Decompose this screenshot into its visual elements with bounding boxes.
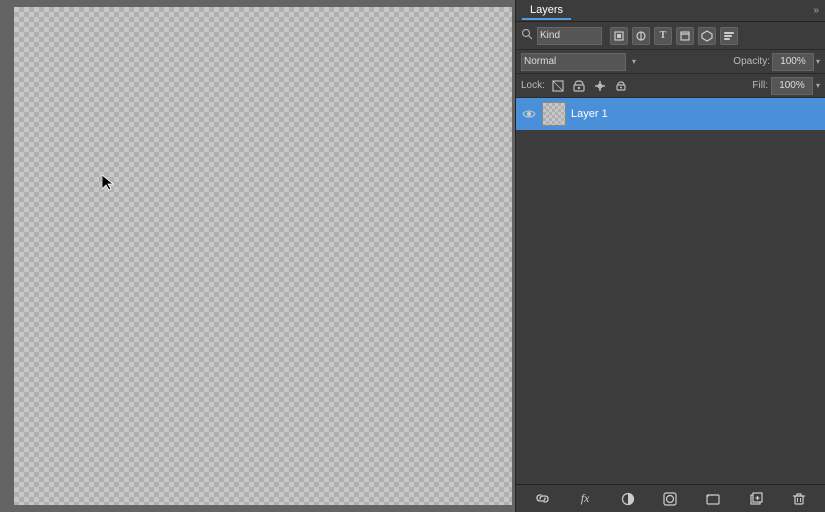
create-new-layer-button[interactable] [745, 488, 767, 510]
fill-input[interactable] [771, 77, 813, 95]
panel-collapse-button[interactable]: » [813, 5, 819, 16]
layer-name: Layer 1 [571, 108, 820, 120]
delete-layer-button[interactable] [788, 488, 810, 510]
panel-tabs: Layers [522, 2, 571, 20]
blend-dropdown-arrow: ▾ [632, 57, 636, 66]
opacity-label: Opacity: [733, 56, 770, 67]
filter-smart-icon[interactable] [698, 27, 716, 45]
lock-transparent-pixels-button[interactable] [550, 78, 566, 94]
panel-titlebar: Layers » [516, 0, 825, 22]
layer-thumbnail [542, 102, 566, 126]
lock-label: Lock: [521, 80, 545, 91]
fx-button[interactable]: fx [574, 488, 596, 510]
new-fill-adjustment-button[interactable] [617, 488, 639, 510]
layers-toolbar: fx [516, 484, 825, 512]
blend-mode-select[interactable]: Normal [521, 53, 626, 71]
filter-icon [521, 28, 533, 43]
layers-panel: Layers » Kind T [515, 0, 825, 512]
add-mask-button[interactable] [659, 488, 681, 510]
lock-row: Lock: Fill: ▾ [516, 74, 825, 98]
filter-text-icon[interactable]: T [654, 27, 672, 45]
blend-row: Normal ▾ Opacity: ▾ [516, 50, 825, 74]
opacity-dropdown-arrow[interactable]: ▾ [816, 57, 820, 66]
fill-dropdown-arrow[interactable]: ▾ [816, 81, 820, 90]
layer-item[interactable]: Layer 1 [516, 98, 825, 130]
filter-icons-group: T [610, 27, 738, 45]
filter-toggle-icon[interactable] [720, 27, 738, 45]
fill-group: Fill: ▾ [752, 77, 820, 95]
filter-adjustment-icon[interactable] [632, 27, 650, 45]
create-group-button[interactable] [702, 488, 724, 510]
lock-position-button[interactable] [592, 78, 608, 94]
layers-list: Layer 1 [516, 98, 825, 484]
filter-shape-icon[interactable] [676, 27, 694, 45]
lock-all-button[interactable] [613, 78, 629, 94]
lock-image-pixels-button[interactable] [571, 78, 587, 94]
canvas-checkerboard [14, 7, 512, 505]
filter-pixel-icon[interactable] [610, 27, 628, 45]
link-layers-button[interactable] [531, 488, 553, 510]
opacity-input[interactable] [772, 53, 814, 71]
canvas-area [0, 0, 515, 512]
opacity-group: Opacity: ▾ [733, 53, 820, 71]
canvas-wrapper [14, 7, 512, 505]
filter-row: Kind T [516, 22, 825, 50]
fill-label: Fill: [752, 80, 768, 91]
tab-layers[interactable]: Layers [522, 2, 571, 20]
kind-select[interactable]: Kind [537, 27, 602, 45]
layer-visibility-button[interactable] [521, 106, 537, 122]
